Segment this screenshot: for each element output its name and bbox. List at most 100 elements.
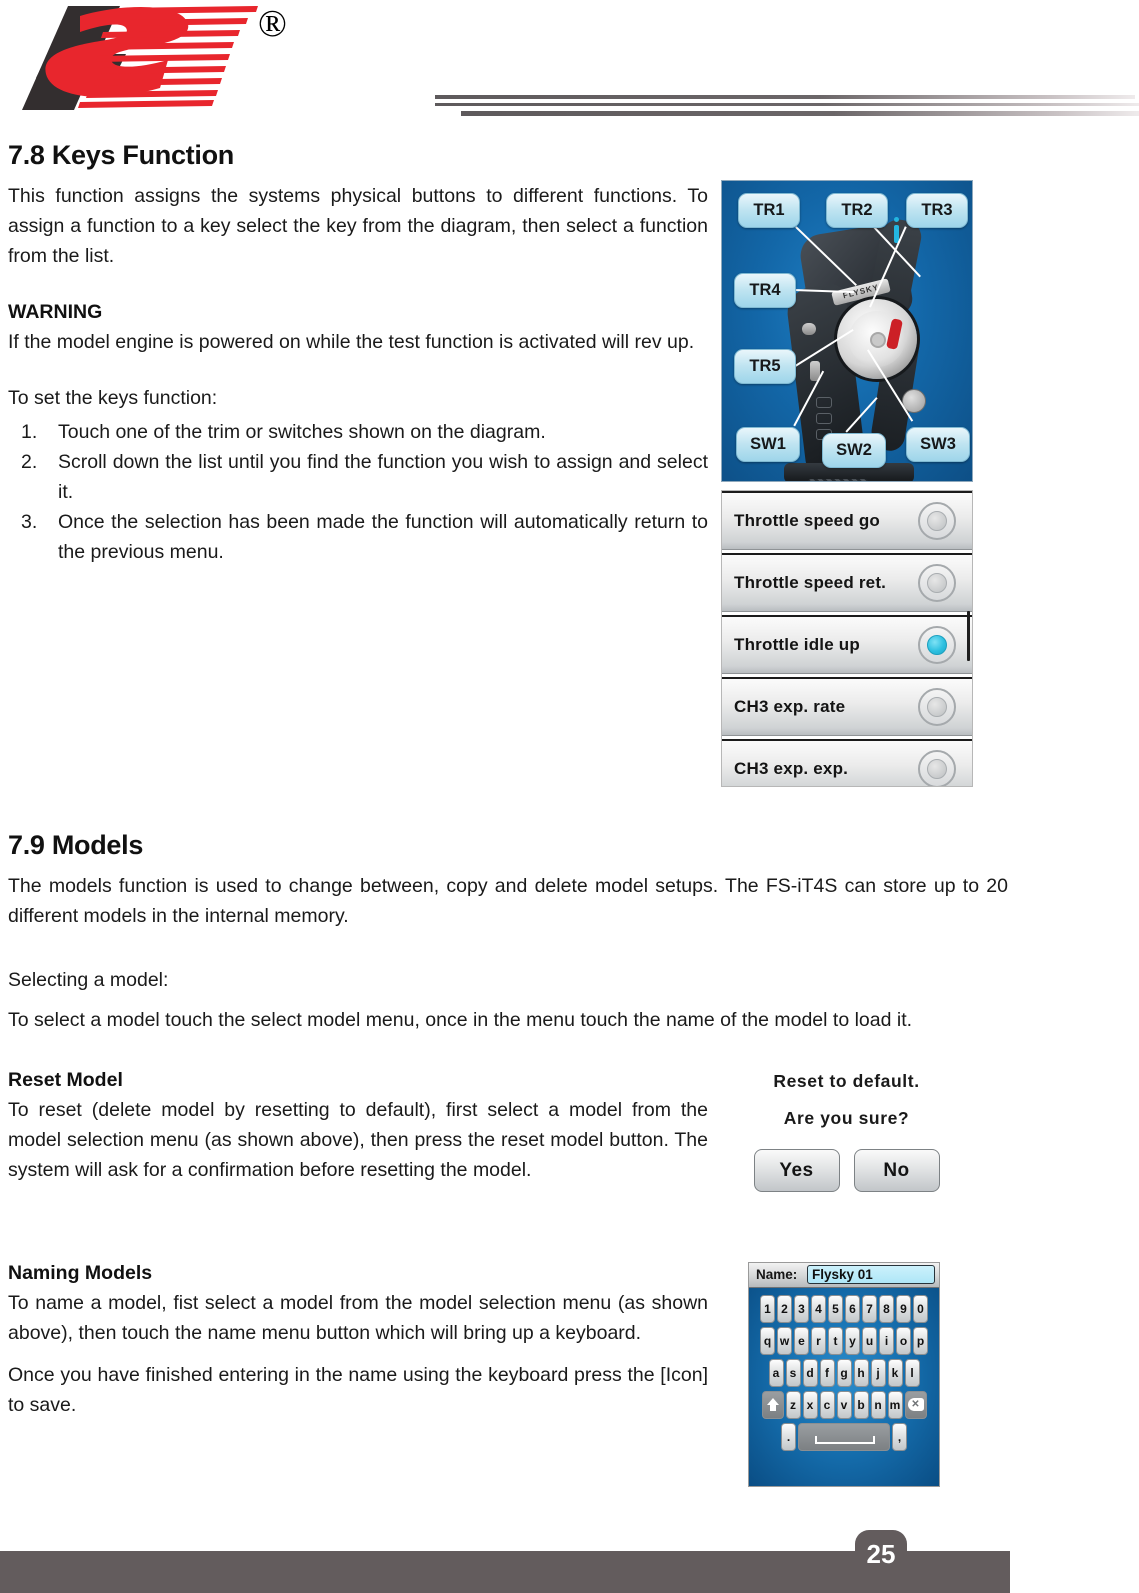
step-text: Once the selection has been made the fun… [58, 511, 708, 563]
key-f[interactable]: f [819, 1359, 835, 1387]
list-item[interactable]: Throttle idle up [722, 615, 972, 674]
key-u[interactable]: u [862, 1327, 877, 1355]
yes-button[interactable]: Yes [753, 1149, 840, 1192]
transmitter-grille [808, 479, 868, 481]
keyboard-row-qwerty: q w e r t y u i o p [749, 1327, 939, 1355]
key-w[interactable]: w [777, 1327, 792, 1355]
reset-dialog-line-2: Are you sure? [783, 1108, 910, 1128]
radio-button[interactable] [918, 750, 956, 786]
key-a[interactable]: a [768, 1359, 784, 1387]
key-k[interactable]: k [887, 1359, 903, 1387]
keyboard-row-space: . , [749, 1423, 939, 1451]
page-number: 25 [866, 1539, 896, 1569]
key-z[interactable]: z [785, 1391, 801, 1419]
reset-model-title: Reset Model [8, 1069, 123, 1091]
keyboard: 1 2 3 4 5 6 7 8 9 0 q w e r t y u i o p … [749, 1288, 939, 1486]
selecting-model-lead: Selecting a model: [8, 969, 169, 991]
callout-sw3[interactable]: SW3 [906, 427, 970, 462]
callout-tr1[interactable]: TR1 [738, 193, 800, 228]
key-v[interactable]: v [836, 1391, 852, 1419]
key-2[interactable]: 2 [777, 1295, 792, 1323]
step-item: 2. Scroll down the list until you find th… [8, 447, 708, 507]
name-input[interactable]: Flysky 01 [807, 1265, 935, 1284]
key-8[interactable]: 8 [879, 1295, 894, 1323]
key-m[interactable]: m [887, 1391, 903, 1419]
key-d[interactable]: d [802, 1359, 818, 1387]
list-item-label: Throttle speed ret. [734, 573, 887, 592]
key-n[interactable]: n [870, 1391, 886, 1419]
step-text: Scroll down the list until you find the … [58, 451, 708, 503]
naming-models-section: Naming Models To name a model, fist sele… [8, 1258, 708, 1420]
key-1[interactable]: 1 [760, 1295, 775, 1323]
reset-model-section: Reset Model To reset (delete model by re… [8, 1065, 708, 1185]
list-item[interactable]: Throttle speed ret. [722, 553, 972, 612]
transmitter-diagram: FLYSKY TR1 TR2 TR3 TR4 TR5 SW1 SW2 SW3 [721, 180, 973, 482]
callout-tr3[interactable]: TR3 [906, 193, 968, 228]
key-h[interactable]: h [853, 1359, 869, 1387]
list-item[interactable]: Throttle speed go [722, 491, 972, 550]
callout-sw2[interactable]: SW2 [822, 433, 886, 468]
key-e[interactable]: e [794, 1327, 809, 1355]
callout-tr5[interactable]: TR5 [734, 349, 796, 384]
transmitter-vent-1 [816, 397, 832, 408]
backspace-x-icon: ✕ [907, 1398, 924, 1411]
key-space[interactable] [798, 1423, 890, 1451]
key-j[interactable]: j [870, 1359, 886, 1387]
key-c[interactable]: c [819, 1391, 835, 1419]
shift-key-icon[interactable] [761, 1391, 784, 1419]
backspace-key-icon[interactable]: ✕ [904, 1391, 927, 1419]
key-7[interactable]: 7 [862, 1295, 877, 1323]
list-item[interactable]: CH3 exp. rate [722, 677, 972, 736]
key-g[interactable]: g [836, 1359, 852, 1387]
step-number: 2. [21, 451, 38, 473]
step-number: 3. [21, 511, 38, 533]
function-list-panel[interactable]: Throttle speed go Throttle speed ret. Th… [721, 490, 973, 787]
naming-models-body-1: To name a model, fist select a model fro… [8, 1292, 708, 1344]
key-l[interactable]: l [904, 1359, 920, 1387]
key-o[interactable]: o [896, 1327, 911, 1355]
warning-body: If the model engine is powered on while … [8, 331, 695, 353]
registered-trademark-icon: ® [258, 3, 287, 45]
key-t[interactable]: t [828, 1327, 843, 1355]
header-rule-2 [435, 103, 1139, 106]
key-comma[interactable]: , [892, 1423, 907, 1451]
key-5[interactable]: 5 [828, 1295, 843, 1323]
radio-dot-icon [927, 511, 947, 531]
key-9[interactable]: 9 [896, 1295, 911, 1323]
radio-button[interactable] [918, 502, 956, 540]
step-text: Touch one of the trim or switches shown … [58, 421, 546, 443]
key-b[interactable]: b [853, 1391, 869, 1419]
key-y[interactable]: y [845, 1327, 860, 1355]
list-item-label: CH3 exp. exp. [734, 759, 849, 778]
key-p[interactable]: p [913, 1327, 928, 1355]
keyboard-row-bottom-letters: z x c v b n m ✕ [749, 1391, 939, 1419]
list-item-label: Throttle idle up [734, 635, 860, 654]
key-0[interactable]: 0 [913, 1295, 928, 1323]
callout-sw1[interactable]: SW1 [736, 427, 800, 462]
callout-tr2[interactable]: TR2 [826, 193, 888, 228]
radio-button[interactable] [918, 564, 956, 602]
key-q[interactable]: q [760, 1327, 775, 1355]
keyboard-row-home: a s d f g h j k l [749, 1359, 939, 1387]
page-header: ® [0, 0, 1139, 130]
no-button[interactable]: No [853, 1149, 940, 1192]
header-rule-3 [461, 111, 1139, 116]
radio-dot-icon [927, 759, 947, 779]
radio-button[interactable] [918, 688, 956, 726]
key-6[interactable]: 6 [845, 1295, 860, 1323]
key-i[interactable]: i [879, 1327, 894, 1355]
naming-models-title: Naming Models [8, 1262, 153, 1284]
key-3[interactable]: 3 [794, 1295, 809, 1323]
key-s[interactable]: s [785, 1359, 801, 1387]
list-item[interactable]: CH3 exp. exp. [722, 739, 972, 786]
models-intro: The models function is used to change be… [8, 875, 1008, 927]
naming-models-body-2: Once you have finished entering in the n… [8, 1364, 708, 1416]
key-period[interactable]: . [781, 1423, 796, 1451]
radio-button-selected[interactable] [918, 626, 956, 664]
key-x[interactable]: x [802, 1391, 818, 1419]
key-4[interactable]: 4 [811, 1295, 826, 1323]
key-r[interactable]: r [811, 1327, 826, 1355]
scrollbar-thumb[interactable] [967, 611, 970, 661]
callout-tr4[interactable]: TR4 [734, 273, 796, 308]
keyboard-row-numbers: 1 2 3 4 5 6 7 8 9 0 [749, 1295, 939, 1323]
